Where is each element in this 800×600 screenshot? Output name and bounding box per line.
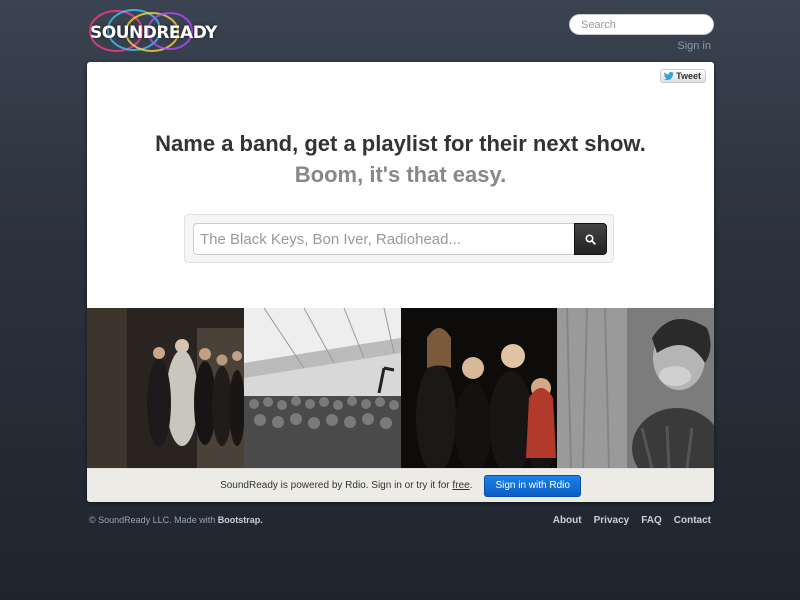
signin-link[interactable]: Sign in: [677, 40, 711, 52]
headline: Name a band, get a playlist for their ne…: [155, 131, 646, 156]
rdio-text: SoundReady is powered by Rdio. Sign in o…: [220, 480, 450, 491]
footer-link-contact[interactable]: Contact: [674, 515, 711, 526]
bootstrap-link[interactable]: Bootstrap.: [218, 515, 263, 525]
site-search-input[interactable]: [569, 14, 714, 35]
search-icon: [585, 233, 596, 245]
main-card: Tweet Name a band, get a playlist for th…: [87, 62, 714, 502]
footer-link-about[interactable]: About: [553, 515, 582, 526]
soundready-logo[interactable]: SOUNDREADY: [86, 8, 217, 54]
band-search-input[interactable]: [193, 223, 575, 255]
band-photo: [400, 308, 558, 468]
band-photo-strip: [87, 308, 714, 468]
tweet-label: Tweet: [676, 71, 701, 81]
tweet-button[interactable]: Tweet: [660, 69, 706, 83]
copyright-text: © SoundReady LLC. Made with: [89, 515, 216, 525]
footer-nav: About Privacy FAQ Contact: [553, 515, 711, 526]
rdio-text-end: .: [469, 480, 473, 491]
signin-rdio-button[interactable]: Sign in with Rdio: [484, 474, 581, 497]
subheadline: Boom, it's that easy.: [294, 162, 507, 187]
copyright: © SoundReady LLC. Made with Bootstrap.: [89, 515, 263, 525]
band-photo: [243, 308, 401, 468]
band-photo: [87, 308, 244, 468]
logo-wordmark: SOUNDREADY: [90, 23, 217, 43]
footer-link-faq[interactable]: FAQ: [641, 515, 662, 526]
rdio-message: SoundReady is powered by Rdio. Sign in o…: [220, 480, 472, 491]
band-search-form: [184, 214, 614, 263]
band-photo: [557, 308, 714, 468]
rdio-bar: SoundReady is powered by Rdio. Sign in o…: [87, 468, 714, 502]
free-link[interactable]: free: [452, 480, 469, 491]
twitter-bird-icon: [664, 72, 675, 80]
band-search-button[interactable]: [574, 223, 607, 255]
footer-link-privacy[interactable]: Privacy: [594, 515, 630, 526]
